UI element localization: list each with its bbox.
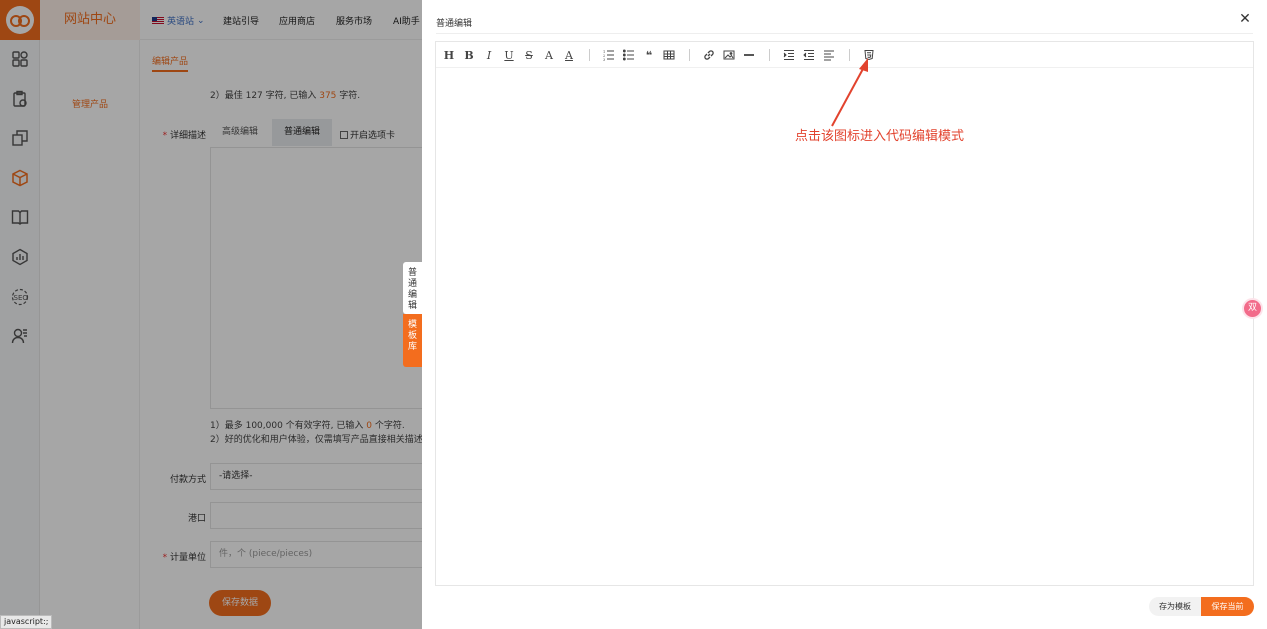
normal-edit-drawer: 普通编辑 ✕ H B I U S A A 123 ❝ 点击该图标进入代码编辑模式… [422,0,1267,629]
status-bar-url: javascript:; [0,615,53,629]
annotation-text: 点击该图标进入代码编辑模式 [795,129,965,144]
floating-assistant-badge[interactable]: 双 [1242,298,1263,319]
side-tab-template-label: 模板库 [407,320,417,352]
side-tab-template-library[interactable]: 模板库 [403,314,422,367]
annotation-arrow [831,58,868,127]
side-tab-normal-edit[interactable]: 普通编辑 [403,262,422,314]
save-as-template-button[interactable]: 存为模板 [1149,597,1201,616]
save-current-button[interactable]: 保存当前 [1201,597,1254,616]
side-tab-normal-label: 普通编辑 [407,268,417,311]
